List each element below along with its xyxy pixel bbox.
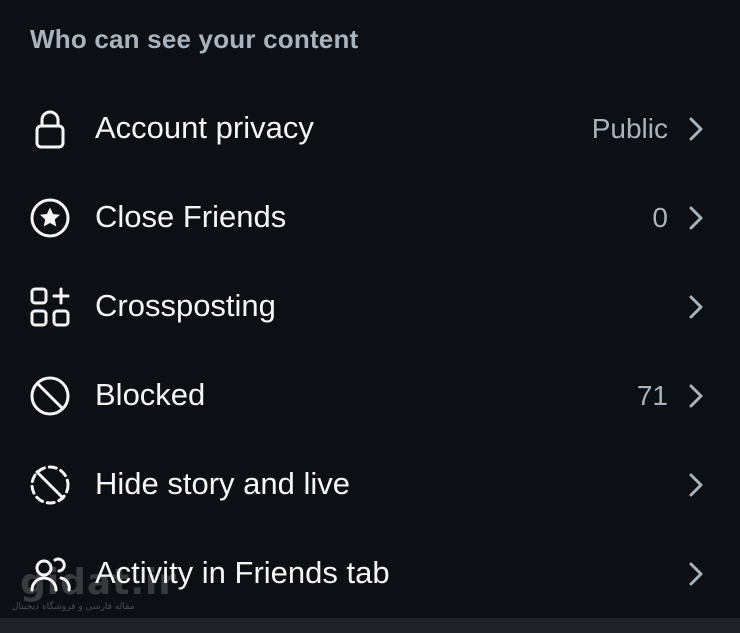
hide-story-row[interactable]: Hide story and live (0, 440, 740, 529)
hide-story-icon (28, 463, 72, 507)
blocked-count: 71 (636, 380, 668, 411)
bottom-divider (0, 618, 740, 633)
chevron-right-icon (689, 473, 703, 497)
friends-activity-label: Activity in Friends tab (95, 555, 390, 590)
chevron-right-icon (689, 206, 703, 230)
account-privacy-value: Public (591, 113, 668, 144)
blocked-icon (28, 374, 72, 418)
account-privacy-row[interactable]: Account privacy Public (0, 84, 740, 173)
chevron-right-icon (689, 117, 703, 141)
section-title: Who can see your content (30, 24, 359, 54)
chevron-right-icon (689, 384, 703, 408)
star-circle-icon (28, 196, 72, 240)
close-friends-label: Close Friends (95, 199, 287, 234)
lock-icon (28, 107, 72, 151)
friends-activity-icon (28, 552, 72, 596)
blocked-label: Blocked (95, 377, 206, 412)
chevron-right-icon (689, 562, 703, 586)
blocked-row[interactable]: Blocked 71 (0, 351, 740, 440)
crossposting-label: Crossposting (95, 288, 276, 323)
chevron-right-icon (689, 295, 703, 319)
friends-activity-row[interactable]: Activity in Friends tab (0, 529, 740, 618)
account-privacy-label: Account privacy (95, 110, 314, 145)
crossposting-row[interactable]: Crossposting (0, 262, 740, 351)
settings-list: Account privacy Public Close Friends 0 C… (0, 84, 740, 618)
close-friends-row[interactable]: Close Friends 0 (0, 173, 740, 262)
close-friends-count: 0 (652, 202, 668, 233)
grid-plus-icon (28, 285, 72, 329)
hide-story-label: Hide story and live (95, 466, 351, 501)
